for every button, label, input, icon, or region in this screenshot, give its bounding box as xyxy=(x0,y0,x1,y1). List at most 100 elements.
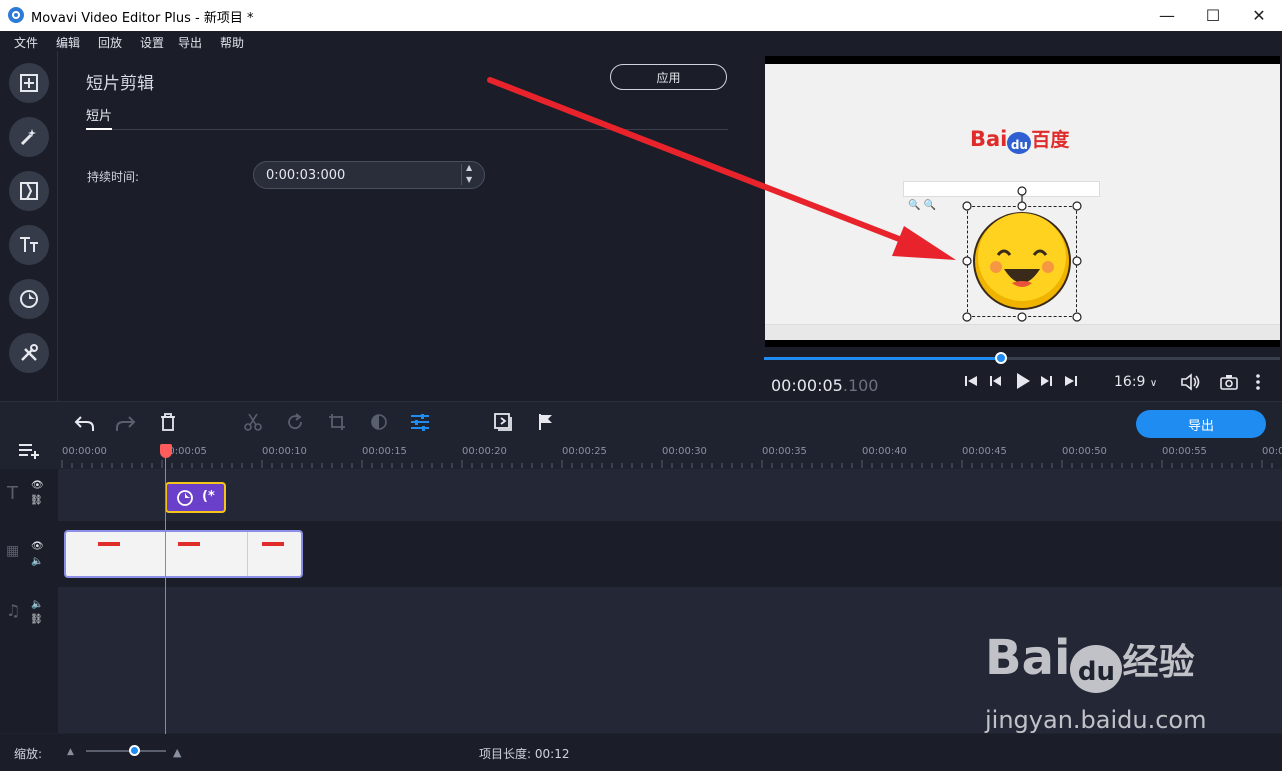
zoom-slider[interactable] xyxy=(86,750,166,752)
visibility-eye-icon[interactable]: 👁 xyxy=(31,480,44,491)
sticker-clip-icon xyxy=(177,490,193,506)
preview-progress-fill xyxy=(764,357,1002,360)
zoom-in-icon[interactable]: ▲ xyxy=(173,746,181,759)
tab-divider xyxy=(112,129,728,130)
tools-icon xyxy=(21,344,38,361)
undo-icon[interactable] xyxy=(73,414,95,432)
visibility-eye-icon[interactable]: 👁 xyxy=(31,541,44,552)
title-bar: Movavi Video Editor Plus - 新项目 * — ☐ ✕ xyxy=(0,0,1282,31)
more-tools-button[interactable] xyxy=(9,333,49,373)
speaker-icon[interactable]: 🔈 xyxy=(31,556,43,567)
preview-search-icons: 🔍 🔍 xyxy=(908,200,937,211)
menu-playback[interactable]: 回放 xyxy=(98,34,122,51)
ruler-label: 00:00:35 xyxy=(762,446,807,457)
baidu-logo: Bai du 百度 xyxy=(970,127,1070,154)
video-track-header: ▦ 👁 🔈 xyxy=(0,521,58,587)
menu-file[interactable]: 文件 xyxy=(14,34,38,51)
add-track-icon[interactable] xyxy=(18,442,40,460)
ruler-label: 00:00:00 xyxy=(62,446,107,457)
cut-scissors-icon[interactable] xyxy=(244,413,262,431)
clip-properties-icon[interactable] xyxy=(410,413,430,431)
window-title: Movavi Video Editor Plus - 新项目 * xyxy=(31,11,254,26)
video-track xyxy=(58,521,1282,587)
audio-track xyxy=(58,587,1282,733)
ruler-label: 00:00:10 xyxy=(262,446,307,457)
maximize-button[interactable]: ☐ xyxy=(1190,0,1236,31)
menu-settings[interactable]: 设置 xyxy=(140,34,164,51)
export-button[interactable]: 导出 xyxy=(1136,410,1266,438)
magic-wand-icon xyxy=(20,129,36,146)
snapshot-camera-icon[interactable] xyxy=(1220,374,1238,390)
ruler-ticks xyxy=(61,460,1273,468)
sticker-clip[interactable]: (* xyxy=(165,482,226,513)
zoom-out-icon[interactable]: ▲ xyxy=(67,747,74,757)
menu-edit[interactable]: 编辑 xyxy=(56,34,80,51)
panel-title: 短片剪辑 xyxy=(86,74,154,94)
duration-value: 0:00:03:000 xyxy=(266,168,346,183)
play-icon[interactable] xyxy=(1014,372,1032,390)
rotate-icon[interactable] xyxy=(286,413,304,431)
transitions-button[interactable] xyxy=(9,171,49,211)
link-icon[interactable]: ⛓ xyxy=(30,614,43,625)
delete-trash-icon[interactable] xyxy=(160,413,176,431)
more-options-icon[interactable] xyxy=(1255,373,1261,391)
menu-export[interactable]: 导出 xyxy=(178,34,202,51)
duration-field[interactable]: 0:00:03:000 ▲ ▼ xyxy=(253,161,485,189)
apply-button[interactable]: 应用 xyxy=(610,64,727,90)
menu-help[interactable]: 帮助 xyxy=(220,34,244,51)
sticker-track-header: T 👁 ⛓ xyxy=(0,469,58,521)
ruler-label: 00:01:00 xyxy=(1262,446,1282,457)
playhead-line xyxy=(165,457,166,734)
transition-icon xyxy=(20,182,38,200)
smiley-sticker-icon xyxy=(973,212,1071,310)
video-clip[interactable] xyxy=(64,530,303,578)
text-track-icon: T xyxy=(7,483,18,504)
audio-track-header: ♫ 🔈 ⛓ xyxy=(0,587,58,733)
preview-progress-handle[interactable] xyxy=(995,352,1008,364)
close-button[interactable]: ✕ xyxy=(1236,0,1282,31)
import-button[interactable] xyxy=(9,63,49,103)
stepper-up-icon[interactable]: ▲ xyxy=(466,163,472,172)
ruler-label: 00:00:15 xyxy=(362,446,407,457)
ruler-label: 00:00:50 xyxy=(1062,446,1107,457)
color-adjust-icon[interactable] xyxy=(370,413,388,431)
stickers-button[interactable] xyxy=(9,279,49,319)
link-icon[interactable]: ⛓ xyxy=(30,495,43,506)
video-track-icon: ▦ xyxy=(6,543,20,559)
stepper-down-icon[interactable]: ▼ xyxy=(466,175,472,184)
preview-panel: Bai du 百度 🔍 🔍 00:00:05.100 16:9 ∨ xyxy=(762,51,1282,401)
duration-label: 持续时间: xyxy=(87,170,140,184)
sticker-track: (* xyxy=(58,469,1282,521)
zoom-label: 缩放: xyxy=(14,747,43,761)
crop-icon[interactable] xyxy=(328,413,346,431)
music-note-icon: ♫ xyxy=(6,601,21,620)
overlay-icon[interactable] xyxy=(494,413,514,431)
ruler-label: 00:00:20 xyxy=(462,446,507,457)
ruler-label: 00:00:30 xyxy=(662,446,707,457)
filters-button[interactable] xyxy=(9,117,49,157)
titles-button[interactable] xyxy=(9,225,49,265)
app-icon xyxy=(8,7,24,23)
ruler-label: 00:00:40 xyxy=(862,446,907,457)
preview-progress-track[interactable] xyxy=(764,352,1280,364)
minimize-button[interactable]: — xyxy=(1144,0,1190,31)
left-toolbar xyxy=(0,51,58,401)
preview-frame: Bai du 百度 🔍 🔍 xyxy=(765,64,1280,340)
skip-end-icon[interactable] xyxy=(1064,374,1078,388)
tab-clip[interactable]: 短片 xyxy=(86,105,112,124)
speaker-icon[interactable]: 🔈 xyxy=(31,599,43,610)
step-forward-icon[interactable] xyxy=(1040,374,1054,388)
preview-screen: Bai du 百度 🔍 🔍 xyxy=(765,56,1280,347)
redo-icon[interactable] xyxy=(115,414,137,432)
volume-icon[interactable] xyxy=(1180,373,1202,391)
marker-flag-icon[interactable] xyxy=(538,413,554,431)
skip-start-icon[interactable] xyxy=(964,374,978,388)
ruler-label: 00:00:55 xyxy=(1162,446,1207,457)
aspect-ratio-select[interactable]: 16:9 ∨ xyxy=(1114,374,1157,390)
timeline-panel: 导出 00:00:00 00:00:05 00:00:10 00:00:15 00:00… xyxy=(0,401,1282,771)
sticker-icon xyxy=(20,290,38,308)
playhead-handle[interactable] xyxy=(160,444,172,458)
zoom-slider-handle[interactable] xyxy=(129,745,140,756)
ruler-label: 00:00:45 xyxy=(962,446,1007,457)
step-back-icon[interactable] xyxy=(988,374,1002,388)
